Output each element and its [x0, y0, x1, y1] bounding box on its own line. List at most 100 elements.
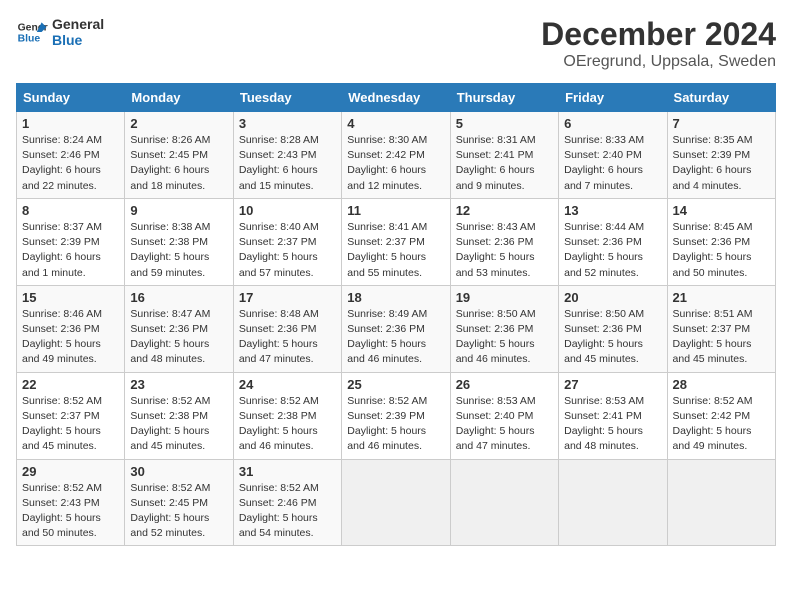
day-info: Sunrise: 8:49 AM Sunset: 2:36 PM Dayligh… — [347, 307, 444, 368]
day-info: Sunrise: 8:52 AM Sunset: 2:45 PM Dayligh… — [130, 481, 227, 542]
day-info: Sunrise: 8:48 AM Sunset: 2:36 PM Dayligh… — [239, 307, 336, 368]
calendar-cell: 21 Sunrise: 8:51 AM Sunset: 2:37 PM Dayli… — [667, 285, 775, 372]
calendar-header-row: SundayMondayTuesdayWednesdayThursdayFrid… — [17, 84, 776, 112]
day-number: 29 — [22, 464, 119, 479]
day-info: Sunrise: 8:50 AM Sunset: 2:36 PM Dayligh… — [564, 307, 661, 368]
calendar-cell: 5 Sunrise: 8:31 AM Sunset: 2:41 PM Daylig… — [450, 112, 558, 199]
day-number: 17 — [239, 290, 336, 305]
calendar-cell — [559, 459, 667, 546]
day-number: 11 — [347, 203, 444, 218]
day-number: 3 — [239, 116, 336, 131]
calendar-cell: 11 Sunrise: 8:41 AM Sunset: 2:37 PM Dayli… — [342, 198, 450, 285]
day-info: Sunrise: 8:45 AM Sunset: 2:36 PM Dayligh… — [673, 220, 770, 281]
day-info: Sunrise: 8:52 AM Sunset: 2:42 PM Dayligh… — [673, 394, 770, 455]
week-row-1: 8 Sunrise: 8:37 AM Sunset: 2:39 PM Daylig… — [17, 198, 776, 285]
day-number: 27 — [564, 377, 661, 392]
calendar-cell: 26 Sunrise: 8:53 AM Sunset: 2:40 PM Dayli… — [450, 372, 558, 459]
day-info: Sunrise: 8:52 AM Sunset: 2:37 PM Dayligh… — [22, 394, 119, 455]
calendar-cell: 18 Sunrise: 8:49 AM Sunset: 2:36 PM Dayli… — [342, 285, 450, 372]
calendar-table: SundayMondayTuesdayWednesdayThursdayFrid… — [16, 83, 776, 546]
calendar-cell: 23Sunrise: 8:52 AM Sunset: 2:38 PM Dayli… — [125, 372, 233, 459]
day-info: Sunrise: 8:40 AM Sunset: 2:37 PM Dayligh… — [239, 220, 336, 281]
calendar-cell: 14 Sunrise: 8:45 AM Sunset: 2:36 PM Dayli… — [667, 198, 775, 285]
day-info: Sunrise: 8:44 AM Sunset: 2:36 PM Dayligh… — [564, 220, 661, 281]
calendar-cell: 29 Sunrise: 8:52 AM Sunset: 2:43 PM Dayli… — [17, 459, 125, 546]
day-info: Sunrise: 8:37 AM Sunset: 2:39 PM Dayligh… — [22, 220, 119, 281]
logo: General Blue General Blue — [16, 16, 104, 48]
header-friday: Friday — [559, 84, 667, 112]
day-number: 18 — [347, 290, 444, 305]
day-info: Sunrise: 8:46 AM Sunset: 2:36 PM Dayligh… — [22, 307, 119, 368]
day-info: Sunrise: 8:52 AM Sunset: 2:43 PM Dayligh… — [22, 481, 119, 542]
day-info: Sunrise: 8:52 AM Sunset: 2:38 PM Dayligh… — [239, 394, 336, 455]
day-number: 2 — [130, 116, 227, 131]
day-info: Sunrise: 8:52 AM Sunset: 2:38 PM Dayligh… — [130, 394, 227, 455]
day-info: Sunrise: 8:30 AM Sunset: 2:42 PM Dayligh… — [347, 133, 444, 194]
week-row-4: 29 Sunrise: 8:52 AM Sunset: 2:43 PM Dayli… — [17, 459, 776, 546]
header-monday: Monday — [125, 84, 233, 112]
header-sunday: Sunday — [17, 84, 125, 112]
page-header: General Blue General Blue December 2024 … — [16, 16, 776, 71]
calendar-body: 1Sunrise: 8:24 AM Sunset: 2:46 PM Daylig… — [17, 112, 776, 546]
calendar-cell: 24 Sunrise: 8:52 AM Sunset: 2:38 PM Dayli… — [233, 372, 341, 459]
day-info: Sunrise: 8:41 AM Sunset: 2:37 PM Dayligh… — [347, 220, 444, 281]
day-info: Sunrise: 8:53 AM Sunset: 2:41 PM Dayligh… — [564, 394, 661, 455]
calendar-cell — [342, 459, 450, 546]
day-info: Sunrise: 8:26 AM Sunset: 2:45 PM Dayligh… — [130, 133, 227, 194]
calendar-cell: 12 Sunrise: 8:43 AM Sunset: 2:36 PM Dayli… — [450, 198, 558, 285]
calendar-cell: 30Sunrise: 8:52 AM Sunset: 2:45 PM Dayli… — [125, 459, 233, 546]
title-block: December 2024 OEregrund, Uppsala, Sweden — [541, 16, 776, 71]
calendar-cell: 1Sunrise: 8:24 AM Sunset: 2:46 PM Daylig… — [17, 112, 125, 199]
day-info: Sunrise: 8:38 AM Sunset: 2:38 PM Dayligh… — [130, 220, 227, 281]
day-number: 9 — [130, 203, 227, 218]
calendar-cell: 27 Sunrise: 8:53 AM Sunset: 2:41 PM Dayli… — [559, 372, 667, 459]
calendar-cell: 22 Sunrise: 8:52 AM Sunset: 2:37 PM Dayli… — [17, 372, 125, 459]
day-number: 8 — [22, 203, 119, 218]
day-info: Sunrise: 8:52 AM Sunset: 2:46 PM Dayligh… — [239, 481, 336, 542]
calendar-cell: 19 Sunrise: 8:50 AM Sunset: 2:36 PM Dayli… — [450, 285, 558, 372]
day-info: Sunrise: 8:51 AM Sunset: 2:37 PM Dayligh… — [673, 307, 770, 368]
day-number: 7 — [673, 116, 770, 131]
day-info: Sunrise: 8:35 AM Sunset: 2:39 PM Dayligh… — [673, 133, 770, 194]
day-info: Sunrise: 8:53 AM Sunset: 2:40 PM Dayligh… — [456, 394, 553, 455]
day-info: Sunrise: 8:47 AM Sunset: 2:36 PM Dayligh… — [130, 307, 227, 368]
day-number: 19 — [456, 290, 553, 305]
calendar-cell: 25Sunrise: 8:52 AM Sunset: 2:39 PM Dayli… — [342, 372, 450, 459]
calendar-subtitle: OEregrund, Uppsala, Sweden — [541, 53, 776, 71]
day-number: 26 — [456, 377, 553, 392]
day-number: 21 — [673, 290, 770, 305]
day-number: 10 — [239, 203, 336, 218]
week-row-0: 1Sunrise: 8:24 AM Sunset: 2:46 PM Daylig… — [17, 112, 776, 199]
header-tuesday: Tuesday — [233, 84, 341, 112]
day-info: Sunrise: 8:50 AM Sunset: 2:36 PM Dayligh… — [456, 307, 553, 368]
day-number: 22 — [22, 377, 119, 392]
week-row-3: 22 Sunrise: 8:52 AM Sunset: 2:37 PM Dayli… — [17, 372, 776, 459]
calendar-cell: 16Sunrise: 8:47 AM Sunset: 2:36 PM Dayli… — [125, 285, 233, 372]
day-info: Sunrise: 8:28 AM Sunset: 2:43 PM Dayligh… — [239, 133, 336, 194]
logo-line2: Blue — [52, 32, 104, 48]
calendar-cell — [667, 459, 775, 546]
calendar-cell: 20Sunrise: 8:50 AM Sunset: 2:36 PM Dayli… — [559, 285, 667, 372]
logo-line1: General — [52, 16, 104, 32]
calendar-cell: 2 Sunrise: 8:26 AM Sunset: 2:45 PM Daylig… — [125, 112, 233, 199]
day-info: Sunrise: 8:24 AM Sunset: 2:46 PM Dayligh… — [22, 133, 119, 194]
day-number: 5 — [456, 116, 553, 131]
calendar-cell: 17 Sunrise: 8:48 AM Sunset: 2:36 PM Dayli… — [233, 285, 341, 372]
day-number: 28 — [673, 377, 770, 392]
day-number: 24 — [239, 377, 336, 392]
week-row-2: 15Sunrise: 8:46 AM Sunset: 2:36 PM Dayli… — [17, 285, 776, 372]
day-info: Sunrise: 8:43 AM Sunset: 2:36 PM Dayligh… — [456, 220, 553, 281]
calendar-title: December 2024 — [541, 16, 776, 53]
day-number: 6 — [564, 116, 661, 131]
calendar-cell: 4Sunrise: 8:30 AM Sunset: 2:42 PM Daylig… — [342, 112, 450, 199]
calendar-cell: 15Sunrise: 8:46 AM Sunset: 2:36 PM Dayli… — [17, 285, 125, 372]
calendar-cell: 8 Sunrise: 8:37 AM Sunset: 2:39 PM Daylig… — [17, 198, 125, 285]
calendar-cell: 9 Sunrise: 8:38 AM Sunset: 2:38 PM Daylig… — [125, 198, 233, 285]
calendar-cell: 31Sunrise: 8:52 AM Sunset: 2:46 PM Dayli… — [233, 459, 341, 546]
day-info: Sunrise: 8:31 AM Sunset: 2:41 PM Dayligh… — [456, 133, 553, 194]
day-number: 14 — [673, 203, 770, 218]
calendar-cell: 7 Sunrise: 8:35 AM Sunset: 2:39 PM Daylig… — [667, 112, 775, 199]
day-info: Sunrise: 8:52 AM Sunset: 2:39 PM Dayligh… — [347, 394, 444, 455]
day-number: 13 — [564, 203, 661, 218]
day-number: 12 — [456, 203, 553, 218]
